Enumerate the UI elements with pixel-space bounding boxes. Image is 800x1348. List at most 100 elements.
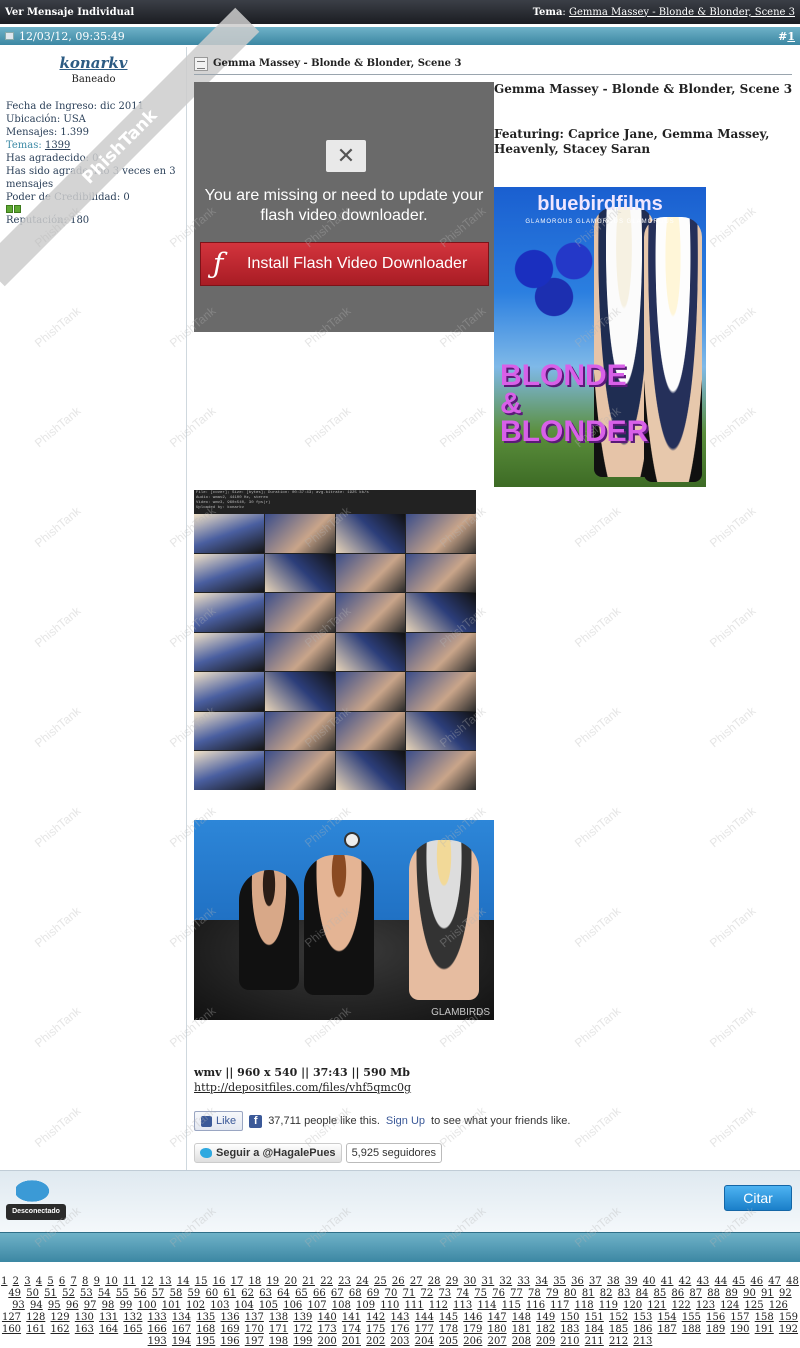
page-link[interactable]: 196 xyxy=(220,1336,239,1347)
page-link[interactable]: 96 xyxy=(66,1300,79,1311)
page-link[interactable]: 52 xyxy=(62,1288,75,1299)
page-link[interactable]: 145 xyxy=(439,1312,458,1323)
page-link[interactable]: 116 xyxy=(526,1300,545,1311)
page-link[interactable]: 172 xyxy=(293,1324,312,1335)
page-link[interactable]: 147 xyxy=(488,1312,507,1323)
page-link[interactable]: 118 xyxy=(575,1300,594,1311)
page-link[interactable]: 123 xyxy=(696,1300,715,1311)
page-link[interactable]: 171 xyxy=(269,1324,288,1335)
page-link[interactable]: 181 xyxy=(512,1324,531,1335)
page-link[interactable]: 99 xyxy=(120,1300,133,1311)
page-link[interactable]: 23 xyxy=(338,1276,351,1287)
page-link[interactable]: 210 xyxy=(560,1336,579,1347)
page-link[interactable]: 15 xyxy=(195,1276,208,1287)
page-link[interactable]: 105 xyxy=(259,1300,278,1311)
page-link[interactable]: 62 xyxy=(241,1288,254,1299)
page-link[interactable]: 161 xyxy=(26,1324,45,1335)
page-link[interactable]: 10 xyxy=(105,1276,118,1287)
page-link[interactable]: 175 xyxy=(366,1324,385,1335)
page-link[interactable]: 6 xyxy=(59,1276,65,1287)
page-link[interactable]: 40 xyxy=(643,1276,656,1287)
page-link[interactable]: 51 xyxy=(44,1288,57,1299)
page-link[interactable]: 109 xyxy=(356,1300,375,1311)
page-link[interactable]: 97 xyxy=(84,1300,97,1311)
page-link[interactable]: 72 xyxy=(421,1288,434,1299)
page-link[interactable]: 167 xyxy=(172,1324,191,1335)
page-link[interactable]: 176 xyxy=(390,1324,409,1335)
page-link[interactable]: 76 xyxy=(492,1288,505,1299)
page-link[interactable]: 179 xyxy=(463,1324,482,1335)
page-link[interactable]: 37 xyxy=(589,1276,602,1287)
page-link[interactable]: 73 xyxy=(438,1288,451,1299)
page-link[interactable]: 129 xyxy=(51,1312,70,1323)
page-link[interactable]: 77 xyxy=(510,1288,523,1299)
page-link[interactable]: 133 xyxy=(148,1312,167,1323)
page-link[interactable]: 4 xyxy=(36,1276,42,1287)
page-link[interactable]: 144 xyxy=(415,1312,434,1323)
page-link[interactable]: 79 xyxy=(546,1288,559,1299)
page-link[interactable]: 41 xyxy=(661,1276,674,1287)
page-link[interactable]: 87 xyxy=(689,1288,702,1299)
page-link[interactable]: 29 xyxy=(446,1276,459,1287)
page-link[interactable]: 158 xyxy=(755,1312,774,1323)
page-link[interactable]: 65 xyxy=(295,1288,308,1299)
username-link[interactable]: konarkv xyxy=(0,54,187,72)
page-link[interactable]: 56 xyxy=(134,1288,147,1299)
page-link[interactable]: 152 xyxy=(609,1312,628,1323)
page-link[interactable]: 39 xyxy=(625,1276,638,1287)
page-link[interactable]: 127 xyxy=(2,1312,21,1323)
page-link[interactable]: 81 xyxy=(582,1288,595,1299)
page-link[interactable]: 119 xyxy=(599,1300,618,1311)
page-link[interactable]: 25 xyxy=(374,1276,387,1287)
page-link[interactable]: 71 xyxy=(403,1288,416,1299)
page-link[interactable]: 61 xyxy=(223,1288,236,1299)
page-link[interactable]: 122 xyxy=(672,1300,691,1311)
facebook-signup-link[interactable]: Sign Up xyxy=(386,1115,425,1127)
page-link[interactable]: 117 xyxy=(550,1300,569,1311)
page-link[interactable]: 89 xyxy=(725,1288,738,1299)
page-link[interactable]: 31 xyxy=(482,1276,495,1287)
page-link[interactable]: 113 xyxy=(453,1300,472,1311)
page-link[interactable]: 163 xyxy=(75,1324,94,1335)
page-link[interactable]: 151 xyxy=(585,1312,604,1323)
dvd-cover-image[interactable]: bluebirdfilms GLAMOROUS GLAMOROUS GLAMOR… xyxy=(494,187,706,487)
page-link[interactable]: 134 xyxy=(172,1312,191,1323)
page-link[interactable]: 206 xyxy=(463,1336,482,1347)
page-link[interactable]: 208 xyxy=(512,1336,531,1347)
page-link[interactable]: 26 xyxy=(392,1276,405,1287)
page-link[interactable]: 189 xyxy=(706,1324,725,1335)
page-link[interactable]: 197 xyxy=(245,1336,264,1347)
post-number-link[interactable]: 1 xyxy=(787,30,795,43)
page-link[interactable]: 90 xyxy=(743,1288,756,1299)
page-link[interactable]: 66 xyxy=(313,1288,326,1299)
page-link[interactable]: 135 xyxy=(196,1312,215,1323)
page-link[interactable]: 131 xyxy=(99,1312,118,1323)
page-link[interactable]: 111 xyxy=(405,1300,424,1311)
page-link[interactable]: 185 xyxy=(609,1324,628,1335)
page-link[interactable]: 160 xyxy=(2,1324,21,1335)
page-link[interactable]: 164 xyxy=(99,1324,118,1335)
page-link[interactable]: 43 xyxy=(697,1276,710,1287)
page-link[interactable]: 121 xyxy=(647,1300,666,1311)
page-link[interactable]: 130 xyxy=(75,1312,94,1323)
page-link[interactable]: 177 xyxy=(415,1324,434,1335)
page-link[interactable]: 120 xyxy=(623,1300,642,1311)
page-link[interactable]: 125 xyxy=(745,1300,764,1311)
page-link[interactable]: 24 xyxy=(356,1276,369,1287)
page-link[interactable]: 162 xyxy=(51,1324,70,1335)
page-link[interactable]: 143 xyxy=(390,1312,409,1323)
page-link[interactable]: 103 xyxy=(210,1300,229,1311)
scene-photo[interactable]: GLAMBIRDS xyxy=(194,820,494,1020)
page-link[interactable]: 169 xyxy=(220,1324,239,1335)
thread-title-link[interactable]: Gemma Massey - Blonde & Blonder, Scene 3 xyxy=(569,7,795,18)
page-link[interactable]: 104 xyxy=(235,1300,254,1311)
page-link[interactable]: 92 xyxy=(779,1288,792,1299)
page-link[interactable]: 2 xyxy=(13,1276,19,1287)
page-link[interactable]: 199 xyxy=(293,1336,312,1347)
facebook-like-button[interactable]: Like xyxy=(194,1111,244,1131)
page-link[interactable]: 67 xyxy=(331,1288,344,1299)
page-link[interactable]: 3 xyxy=(24,1276,30,1287)
page-link[interactable]: 55 xyxy=(116,1288,129,1299)
page-link[interactable]: 193 xyxy=(148,1336,167,1347)
page-link[interactable]: 138 xyxy=(269,1312,288,1323)
